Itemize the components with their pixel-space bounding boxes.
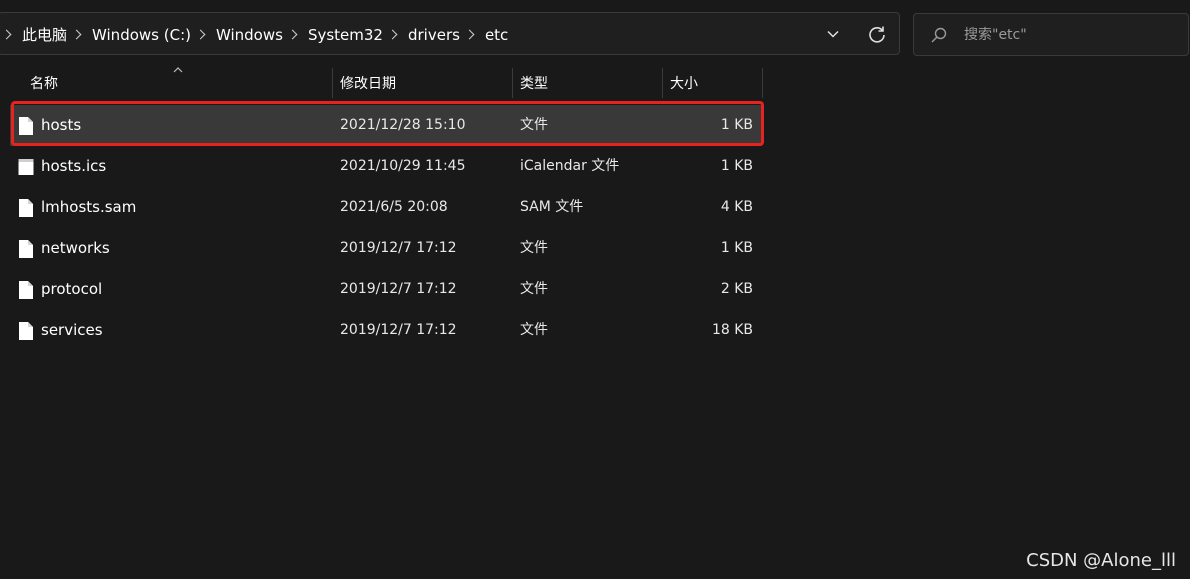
breadcrumb: 此电脑 Windows (C:) Windows System32 driver…: [0, 13, 508, 56]
breadcrumb-this-pc[interactable]: 此电脑: [22, 24, 67, 45]
file-row[interactable]: protocol 2019/12/7 17:12 文件 2 KB: [10, 269, 762, 310]
file-size: 18 KB: [711, 322, 753, 338]
search-icon: [931, 27, 947, 43]
chevron-right-icon[interactable]: [464, 29, 475, 40]
calendar-file-icon: [18, 157, 34, 177]
file-size: 1 KB: [720, 240, 753, 256]
column-divider[interactable]: [762, 68, 763, 98]
column-header-type[interactable]: 类型: [520, 68, 660, 98]
column-header-date-label: 修改日期: [340, 76, 396, 92]
breadcrumb-drivers[interactable]: drivers: [408, 26, 460, 44]
breadcrumb-windows-c[interactable]: Windows (C:): [92, 26, 191, 44]
file-row[interactable]: hosts 2021/12/28 15:10 文件 1 KB: [10, 105, 762, 146]
file-modified-date: 2021/12/28 15:10: [340, 117, 466, 133]
chevron-right-icon[interactable]: [195, 29, 206, 40]
column-header-name[interactable]: 名称: [30, 68, 330, 98]
file-type: 文件: [520, 240, 548, 256]
file-modified-date: 2019/12/7 17:12: [340, 281, 457, 297]
blank-file-icon: [18, 280, 34, 300]
file-modified-date: 2019/12/7 17:12: [340, 240, 457, 256]
breadcrumb-system32[interactable]: System32: [308, 26, 383, 44]
file-name: hosts: [41, 116, 82, 134]
file-name: hosts.ics: [41, 157, 107, 175]
file-size: 1 KB: [720, 158, 753, 174]
search-box[interactable]: [913, 13, 1189, 56]
chevron-right-icon[interactable]: [287, 29, 298, 40]
file-type: 文件: [520, 117, 548, 133]
chevron-right-icon[interactable]: [1, 29, 12, 40]
file-type: 文件: [520, 281, 548, 297]
chevron-right-icon[interactable]: [387, 29, 398, 40]
refresh-icon[interactable]: [867, 24, 887, 44]
column-header-size-label: 大小: [670, 76, 698, 92]
file-explorer-window: 此电脑 Windows (C:) Windows System32 driver…: [0, 0, 1190, 579]
blank-file-icon: [18, 321, 34, 341]
file-row[interactable]: hosts.ics 2021/10/29 11:45 iCalendar 文件 1 K…: [10, 146, 762, 187]
blank-file-icon: [18, 198, 34, 218]
file-type: 文件: [520, 322, 548, 338]
file-row[interactable]: lmhosts.sam 2021/6/5 20:08 SAM 文件 4 KB: [10, 187, 762, 228]
column-header-type-label: 类型: [520, 76, 548, 92]
file-size: 4 KB: [720, 199, 753, 215]
column-divider[interactable]: [512, 68, 513, 98]
blank-file-icon: [18, 116, 34, 136]
chevron-right-icon[interactable]: [71, 29, 82, 40]
file-modified-date: 2021/10/29 11:45: [340, 158, 466, 174]
search-input[interactable]: [964, 14, 1179, 55]
column-divider[interactable]: [662, 68, 663, 98]
file-row[interactable]: networks 2019/12/7 17:12 文件 1 KB: [10, 228, 762, 269]
column-header-date[interactable]: 修改日期: [340, 68, 510, 98]
file-size: 2 KB: [720, 281, 753, 297]
column-header-size[interactable]: 大小: [670, 68, 760, 98]
address-bar[interactable]: 此电脑 Windows (C:) Windows System32 driver…: [0, 12, 900, 55]
breadcrumb-etc[interactable]: etc: [485, 26, 508, 44]
file-name: networks: [41, 239, 110, 257]
watermark: CSDN @Alone_lll: [1026, 550, 1176, 571]
file-row[interactable]: services 2019/12/7 17:12 文件 18 KB: [10, 310, 762, 351]
file-size: 1 KB: [720, 117, 753, 133]
file-name: lmhosts.sam: [41, 198, 137, 216]
file-name: protocol: [41, 280, 103, 298]
file-modified-date: 2021/6/5 20:08: [340, 199, 448, 215]
file-modified-date: 2019/12/7 17:12: [340, 322, 457, 338]
breadcrumb-windows[interactable]: Windows: [216, 26, 283, 44]
blank-file-icon: [18, 239, 34, 259]
file-name: services: [41, 321, 103, 339]
chevron-down-icon[interactable]: [827, 28, 839, 40]
column-header-name-label: 名称: [30, 76, 58, 92]
column-divider[interactable]: [332, 68, 333, 98]
file-type: SAM 文件: [520, 199, 584, 215]
file-type: iCalendar 文件: [520, 158, 620, 174]
